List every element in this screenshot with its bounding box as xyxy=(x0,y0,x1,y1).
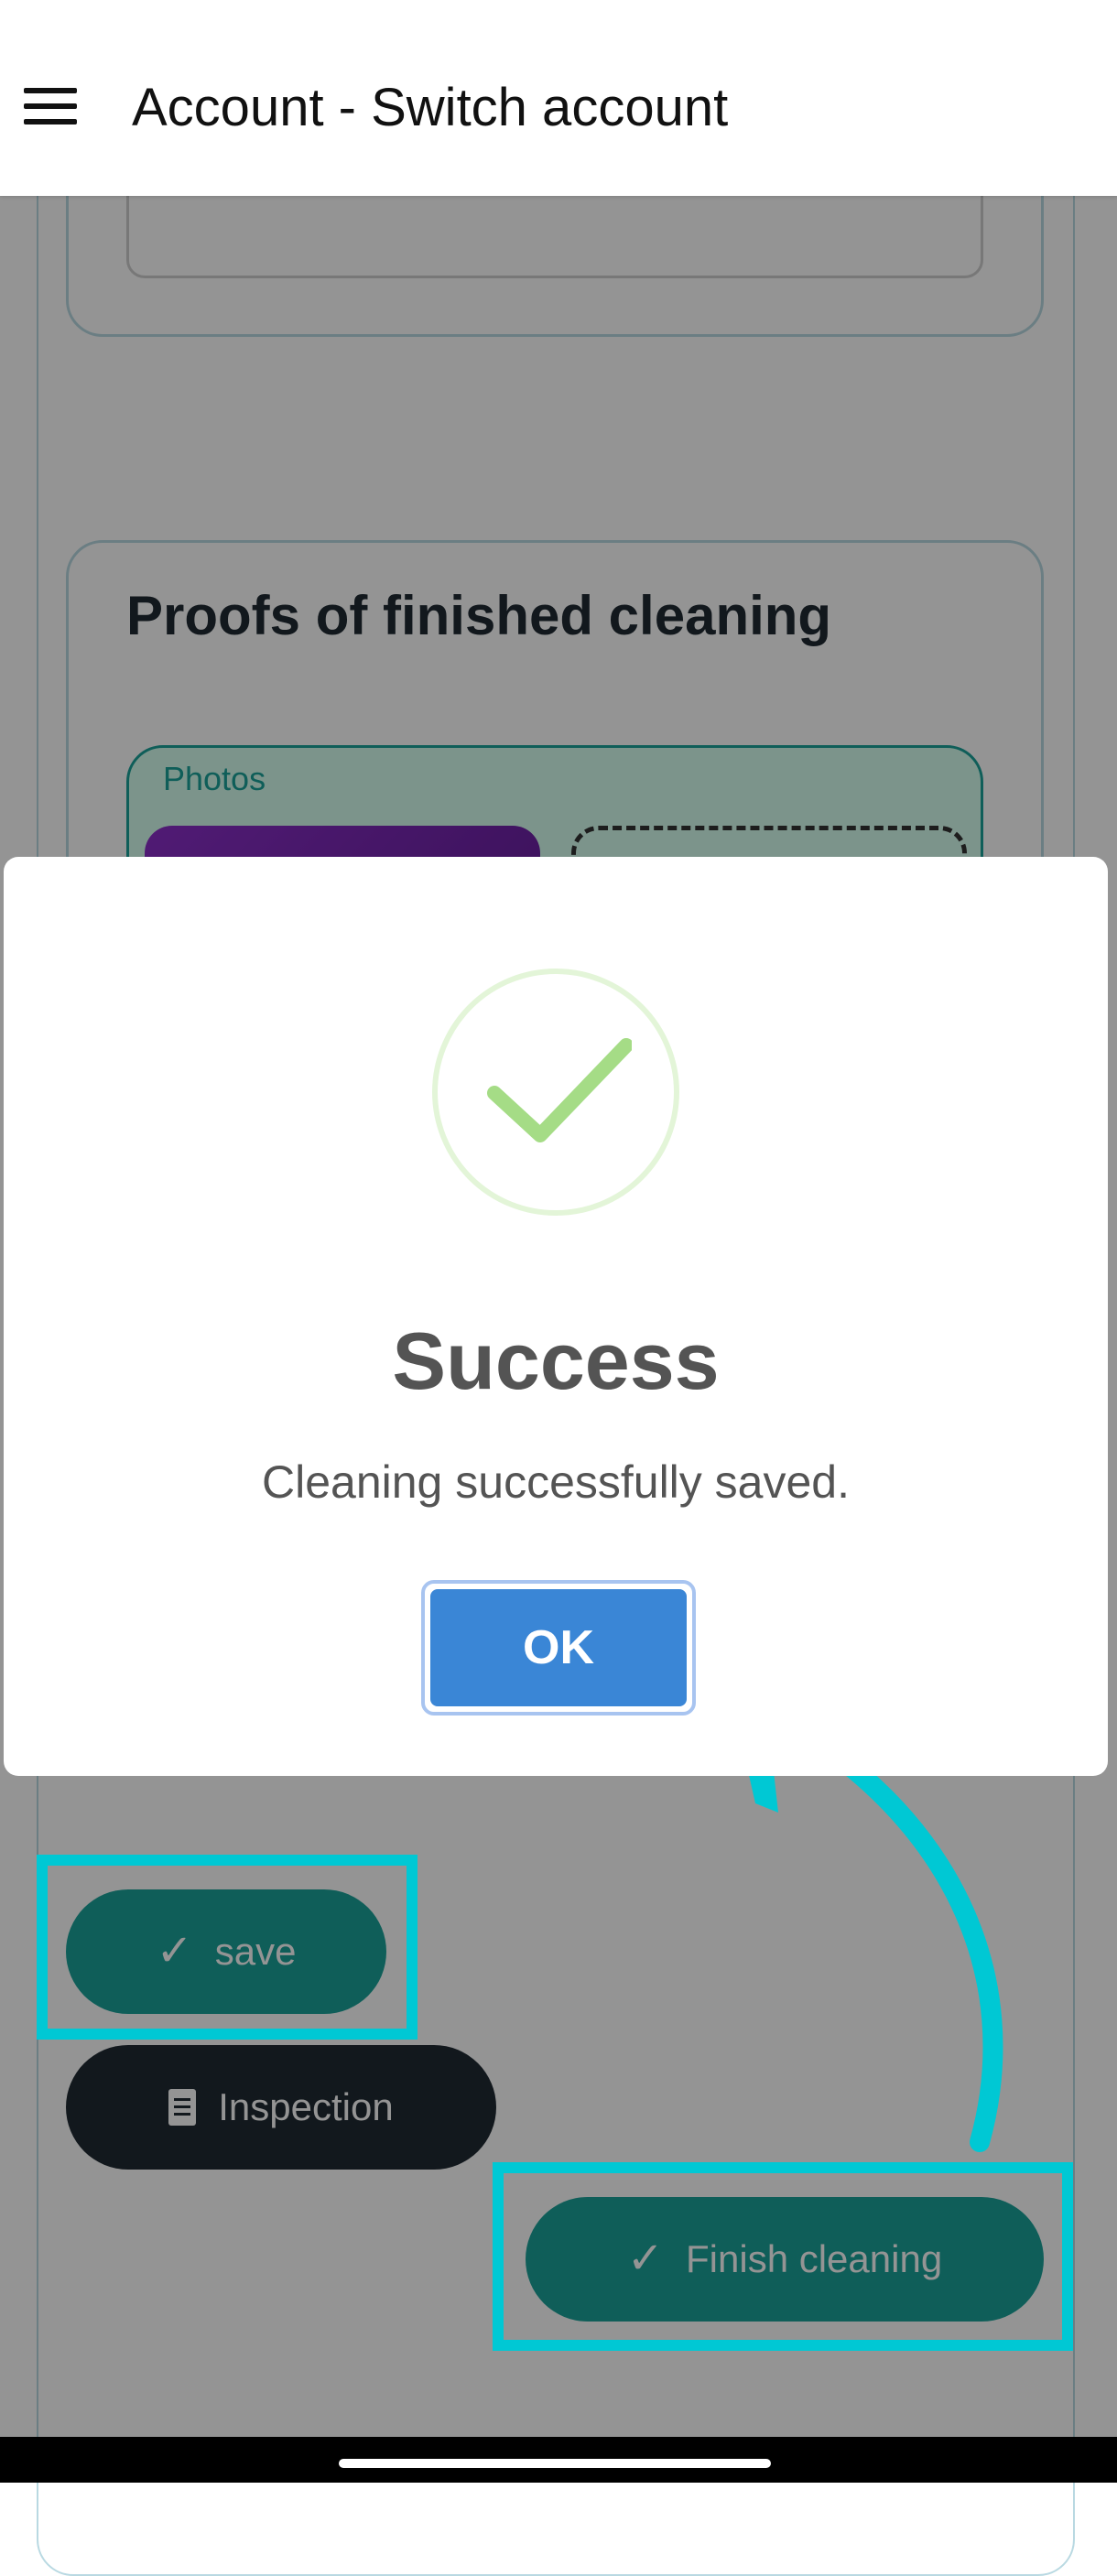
highlight-finish-box xyxy=(493,2162,1073,2351)
app-bar: Account - Switch account xyxy=(0,0,1117,196)
success-check-icon xyxy=(432,969,679,1216)
success-dialog: Success Cleaning successfully saved. OK xyxy=(4,857,1108,1776)
ok-button-label: OK xyxy=(430,1589,687,1706)
highlight-save-box xyxy=(37,1855,418,2040)
home-gesture-handle[interactable] xyxy=(339,2459,771,2468)
hamburger-menu-icon[interactable] xyxy=(24,88,77,124)
dialog-message: Cleaning successfully saved. xyxy=(262,1456,850,1508)
dialog-title: Success xyxy=(392,1315,720,1406)
ok-button[interactable]: OK xyxy=(421,1580,696,1716)
page-title: Account - Switch account xyxy=(132,78,729,137)
